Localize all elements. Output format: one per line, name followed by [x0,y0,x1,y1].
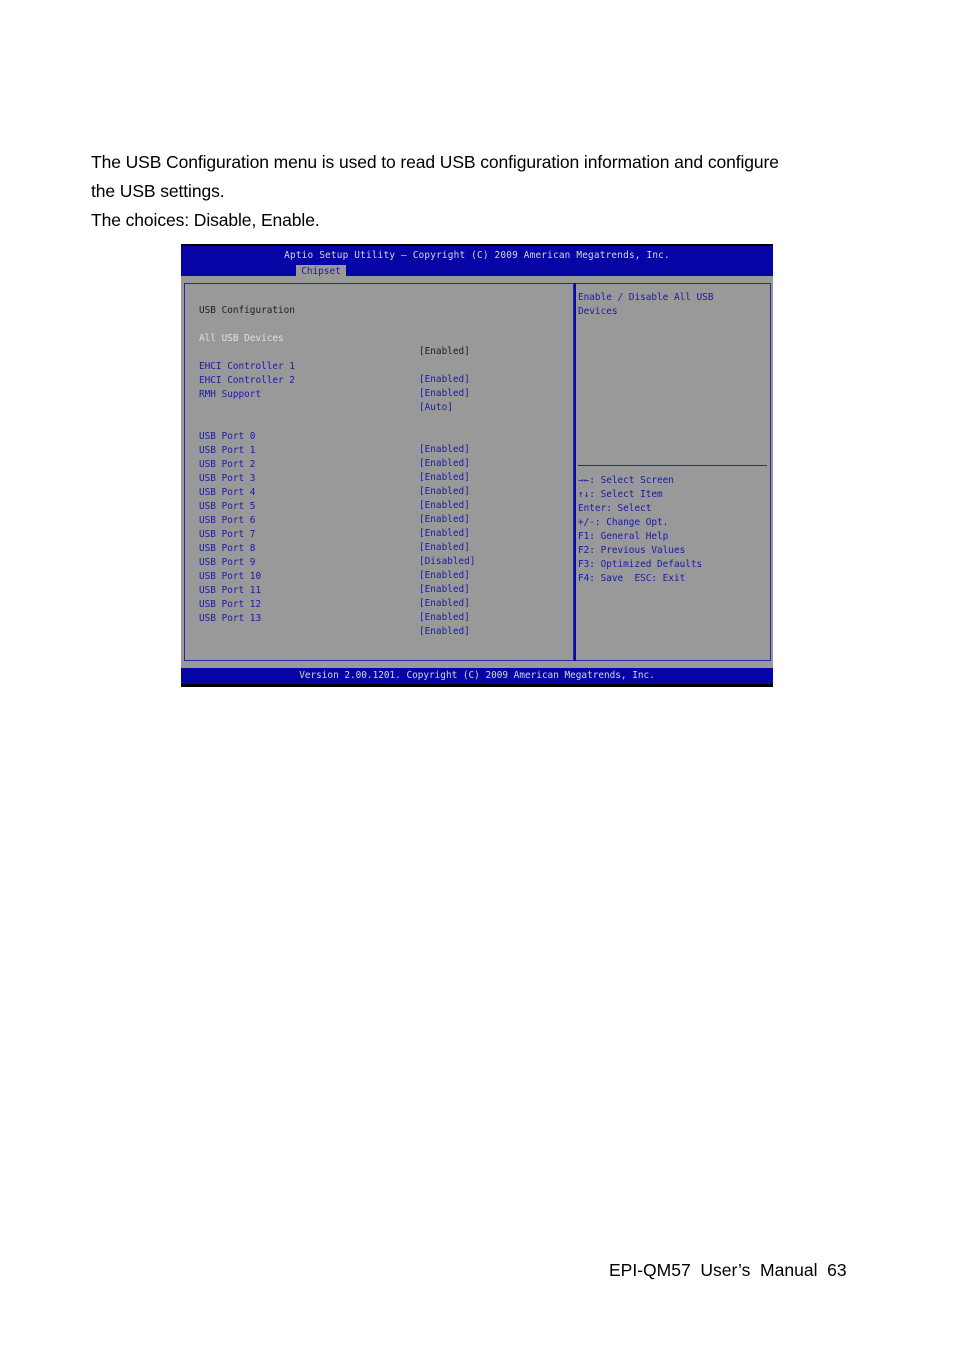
bios-title: Aptio Setup Utility – Copyright (C) 2009… [284,250,670,261]
key-help-general-help: F1: General Help [578,531,669,542]
tab-chipset[interactable]: Chipset [296,265,346,278]
setting-row-rmh-support[interactable]: RMH Support [Auto] [199,375,559,413]
bios-help-panel [576,283,771,661]
bios-header: Aptio Setup Utility – Copyright (C) 2009… [181,246,773,278]
key-help-select-screen: →←: Select Screen [578,475,674,486]
bios-footer: Version 2.00.1201. Copyright (C) 2009 Am… [181,668,773,684]
setting-row-usb-port-5[interactable]: USB Port 5 [Enabled] [199,487,559,525]
setting-row-all-usb-devices[interactable]: All USB Devices [Enabled] [199,319,559,357]
setting-row-usb-port-1[interactable]: USB Port 1 [Enabled] [199,431,559,469]
intro-paragraph-line: the USB settings. [91,181,225,201]
setting-row-ehci-controller-1[interactable]: EHCI Controller 1 [Enabled] [199,347,559,385]
setting-label: USB Port 13 [199,613,262,624]
setting-row-usb-port-4[interactable]: USB Port 4 [Enabled] [199,473,559,511]
setting-row-usb-port-11[interactable]: USB Port 11 [Enabled] [199,571,559,609]
setting-label: RMH Support [199,389,262,400]
item-help-text: Devices [578,306,618,317]
bios-bottom-border [181,684,773,687]
item-help-text: Enable / Disable All USB [578,292,714,303]
setting-value[interactable]: [Auto] [419,401,453,414]
setting-row-usb-port-2[interactable]: USB Port 2 [Enabled] [199,445,559,483]
key-help-enter: Enter: Select [578,503,652,514]
setting-row-usb-port-7[interactable]: USB Port 7 [Enabled] [199,515,559,553]
choices-line: The choices: Disable, Enable. [91,210,320,230]
key-help-save-exit: F4: Save ESC: Exit [578,573,686,584]
key-help-change-opt: +/-: Change Opt. [578,517,669,528]
setting-row-usb-port-10[interactable]: USB Port 10 [Enabled] [199,557,559,595]
setting-value[interactable]: [Enabled] [419,387,470,400]
setting-row-usb-port-9[interactable]: USB Port 9 [Enabled] [199,543,559,581]
setting-row-usb-port-12[interactable]: USB Port 12 [Enabled] [199,585,559,623]
setting-row-usb-port-0[interactable]: USB Port 0 [Enabled] [199,417,559,455]
setting-label: All USB Devices [199,333,284,344]
key-help-select-item: ↑↓: Select Item [578,489,663,500]
setting-row-ehci-controller-2[interactable]: EHCI Controller 2 [Enabled] [199,361,559,399]
setting-row-usb-port-13[interactable]: USB Port 13 [Enabled] [199,599,559,637]
key-help-optimized-defaults: F3: Optimized Defaults [578,559,703,570]
page-footer: EPI-QM57 User’s Manual 63 [609,1260,847,1280]
section-heading-label: USB Configuration [199,305,295,316]
key-help-previous-values: F2: Previous Values [578,545,686,556]
help-separator [578,465,767,466]
setting-row-usb-port-8[interactable]: USB Port 8 [Disabled] [199,529,559,567]
intro-paragraph-line: The USB Configuration menu is used to re… [91,152,779,172]
setting-value[interactable]: [Enabled] [419,611,470,624]
setting-row-usb-port-3[interactable]: USB Port 3 [Enabled] [199,459,559,497]
setting-row-usb-port-6[interactable]: USB Port 6 [Enabled] [199,501,559,539]
setting-value[interactable]: [Enabled] [419,625,470,638]
section-heading: USB Configuration [199,291,559,316]
bios-screenshot: Aptio Setup Utility – Copyright (C) 2009… [181,244,773,687]
